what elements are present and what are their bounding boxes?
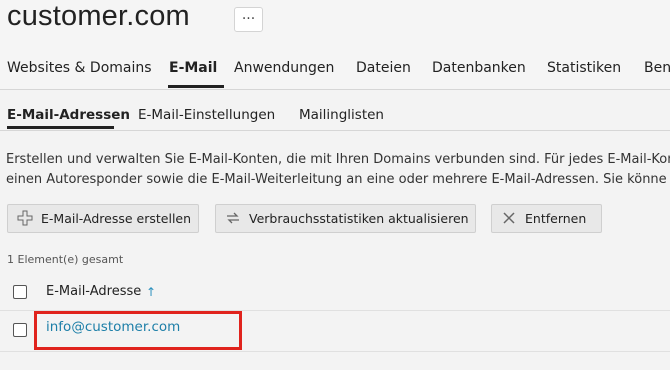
remove-label: Entfernen — [525, 211, 587, 226]
tab-benutzer[interactable]: Ben — [644, 60, 670, 76]
tab-dateien[interactable]: Dateien — [356, 60, 411, 76]
remove-button[interactable]: Entfernen — [491, 204, 602, 233]
tab-statistiken[interactable]: Statistiken — [547, 60, 621, 76]
page-title: customer.com — [7, 0, 190, 32]
plus-icon — [17, 210, 33, 226]
description-line: Erstellen und verwalten Sie E-Mail-Konte… — [6, 152, 670, 167]
tab-email[interactable]: E-Mail — [169, 60, 217, 76]
sub-tabs: E-Mail-Adressen E-Mail-Einstellungen Mai… — [0, 95, 670, 130]
highlight-box — [34, 311, 242, 350]
more-actions-button[interactable]: ··· — [234, 7, 263, 32]
divider — [0, 89, 670, 90]
description-line: einen Autoresponder sowie die E-Mail-Wei… — [6, 172, 667, 187]
subtab-mailinglisten[interactable]: Mailinglisten — [299, 107, 384, 123]
sort-ascending-icon[interactable]: ↑ — [146, 285, 156, 299]
page-description: Erstellen und verwalten Sie E-Mail-Konte… — [6, 150, 670, 190]
main-tabs: Websites & Domains E-Mail Anwendungen Da… — [0, 53, 670, 89]
page-header: customer.com ··· Websites & Domains E-Ma… — [0, 0, 670, 90]
create-email-button[interactable]: E-Mail-Adresse erstellen — [7, 204, 199, 233]
select-all-checkbox[interactable] — [13, 285, 27, 299]
refresh-stats-button[interactable]: Verbrauchsstatistiken aktualisieren — [215, 204, 476, 233]
create-email-label: E-Mail-Adresse erstellen — [41, 211, 192, 226]
tab-websites-domains[interactable]: Websites & Domains — [7, 60, 152, 76]
subtab-email-adressen[interactable]: E-Mail-Adressen — [7, 107, 130, 123]
subtab-email-einstellungen[interactable]: E-Mail-Einstellungen — [138, 107, 275, 123]
column-header-email[interactable]: E-Mail-Adresse — [46, 284, 141, 299]
divider — [0, 130, 670, 131]
tab-anwendungen[interactable]: Anwendungen — [234, 60, 334, 76]
refresh-icon — [227, 212, 239, 224]
row-checkbox[interactable] — [13, 323, 27, 337]
tab-datenbanken[interactable]: Datenbanken — [432, 60, 526, 76]
table-header-row: E-Mail-Adresse ↑ — [0, 272, 670, 311]
active-tab-indicator — [168, 85, 224, 88]
close-icon — [503, 212, 515, 224]
refresh-stats-label: Verbrauchsstatistiken aktualisieren — [249, 211, 469, 226]
item-count: 1 Element(e) gesamt — [7, 253, 124, 266]
active-subtab-indicator — [7, 126, 114, 129]
